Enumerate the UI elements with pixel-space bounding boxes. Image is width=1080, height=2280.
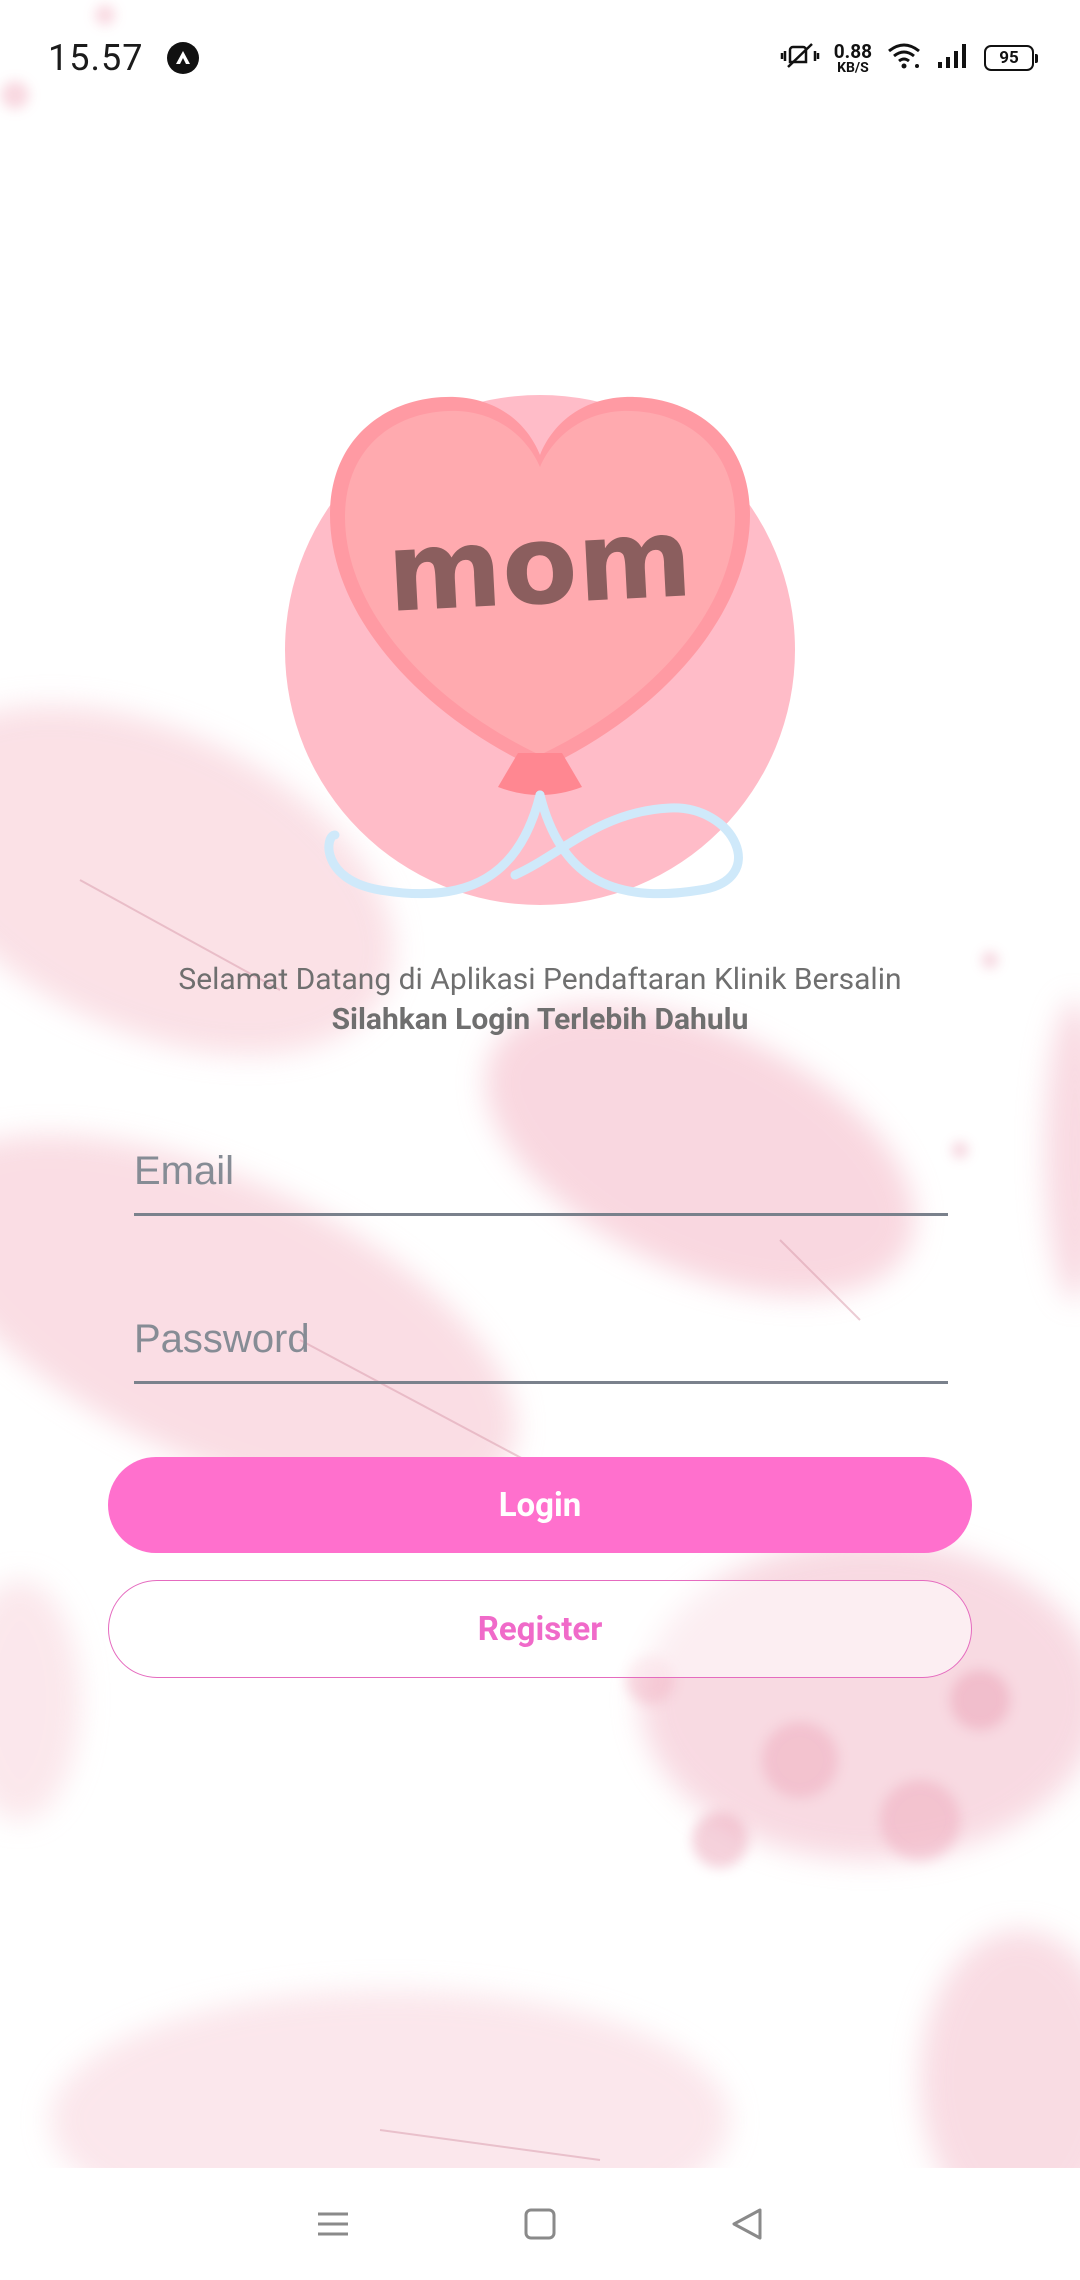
logo-text: mom — [384, 493, 695, 637]
wifi-icon — [886, 42, 922, 74]
email-input[interactable] — [134, 1130, 948, 1213]
welcome-text: Selamat Datang di Aplikasi Pendaftaran K… — [0, 960, 1080, 1040]
back-triangle-icon[interactable] — [717, 2194, 777, 2254]
heart-balloon-logo: mom — [285, 395, 795, 905]
login-button-label: Login — [498, 1485, 582, 1525]
network-speed: 0.88 KB/S — [833, 39, 872, 76]
password-input[interactable] — [134, 1298, 948, 1381]
status-time: 15.57 — [48, 37, 144, 79]
register-button-label: Register — [477, 1609, 603, 1649]
email-field[interactable] — [134, 1130, 948, 1216]
welcome-subtitle: Silahkan Login Terlebih Dahulu — [331, 1002, 749, 1037]
battery-icon: 95 — [984, 45, 1038, 71]
battery-level: 95 — [999, 48, 1019, 68]
register-button[interactable]: Register — [108, 1580, 972, 1678]
status-bar: 15.57 0.88 KB/S 95 — [0, 0, 1080, 116]
password-field[interactable] — [134, 1298, 948, 1384]
home-square-icon[interactable] — [510, 2194, 570, 2254]
navigation-bar — [0, 2168, 1080, 2280]
vibrate-icon — [780, 41, 820, 75]
login-screen: 15.57 0.88 KB/S 95 mom Selamat Datang di… — [0, 0, 1080, 2280]
signal-icon — [936, 42, 970, 74]
welcome-title: Selamat Datang di Aplikasi Pendaftaran K… — [178, 962, 902, 997]
menu-icon[interactable] — [303, 2194, 363, 2254]
app-notification-icon — [167, 42, 200, 74]
login-button[interactable]: Login — [108, 1457, 972, 1553]
